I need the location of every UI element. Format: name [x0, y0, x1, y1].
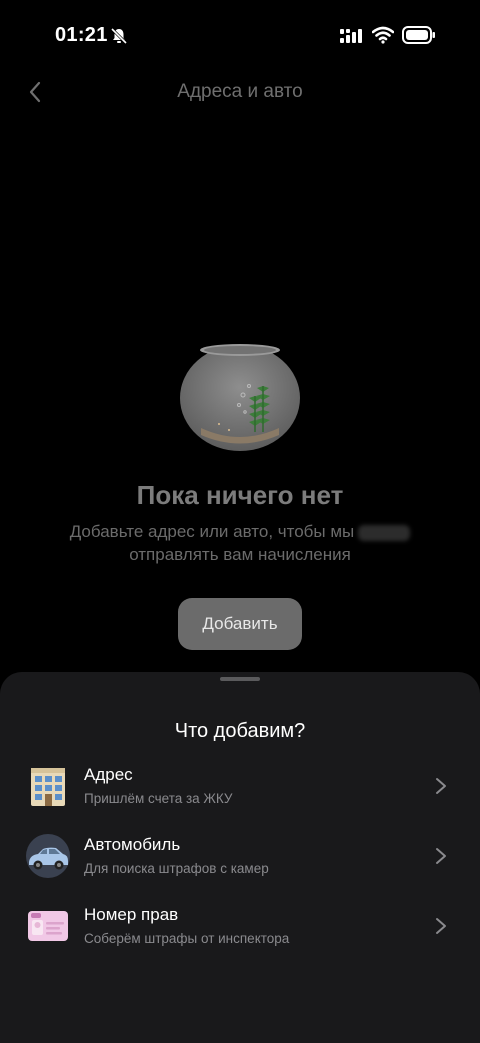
option-car-subtitle: Для поиска штрафов с камер — [84, 861, 269, 876]
wifi-icon — [372, 26, 394, 44]
bottom-sheet: Что добавим? Адрес Пришлём счета за ЖКУ — [0, 672, 480, 1043]
signal-icon — [340, 29, 362, 43]
sheet-title: Что добавим? — [174, 720, 306, 742]
option-license-subtitle: Соберём штрафы от инспектора — [84, 931, 290, 946]
option-address-title: Адрес — [84, 765, 133, 784]
option-license-title: Номер прав — [84, 905, 179, 924]
empty-state-title: Пока ничего нет — [136, 480, 344, 510]
battery-icon — [402, 26, 435, 44]
empty-state-description: Добавьте адрес или авто, чтобы мы отправ… — [60, 520, 420, 566]
sheet-grabber[interactable] — [220, 677, 260, 681]
redacted-text — [358, 524, 411, 541]
empty-state-description-line2: отправлять вам начисления — [129, 545, 351, 564]
option-car[interactable]: Автомобиль Для поиска штрафов с камер — [0, 826, 480, 888]
header: Адреса и авто — [0, 70, 480, 114]
status-bar: 01:21 — [0, 0, 480, 70]
license-icon — [28, 911, 68, 941]
status-time: 01:21 — [55, 24, 108, 46]
car-icon — [26, 834, 70, 878]
option-license[interactable]: Номер прав Соберём штрафы от инспектора — [0, 896, 480, 958]
fishbowl-illustration — [180, 344, 300, 451]
chevron-right-icon — [436, 918, 446, 934]
page-title: Адреса и авто — [177, 81, 303, 102]
add-button[interactable]: Добавить — [178, 598, 302, 650]
chevron-right-icon — [436, 848, 446, 864]
option-car-title: Автомобиль — [84, 835, 181, 854]
building-icon — [31, 768, 65, 806]
chevron-right-icon — [436, 778, 446, 794]
empty-state-description-line1: Добавьте адрес или авто, чтобы мы — [69, 522, 355, 541]
option-address-subtitle: Пришлём счета за ЖКУ — [84, 791, 233, 806]
option-address[interactable]: Адрес Пришлём счета за ЖКУ — [0, 756, 480, 818]
bell-off-icon — [110, 27, 128, 45]
